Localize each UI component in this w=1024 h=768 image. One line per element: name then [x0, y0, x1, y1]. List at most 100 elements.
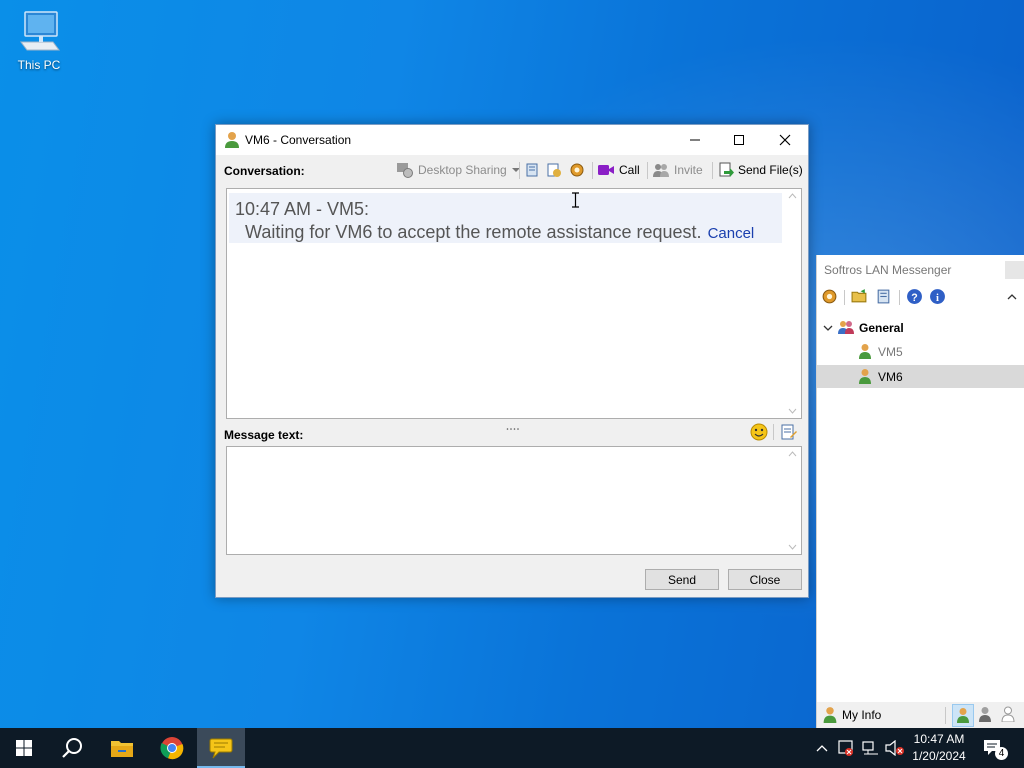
- send-files-label: Send File(s): [738, 163, 803, 177]
- maximize-button[interactable]: [716, 125, 762, 155]
- notes-button[interactable]: [546, 160, 566, 180]
- toolbar-separator: [592, 162, 593, 179]
- contact-vm6[interactable]: VM6: [817, 365, 1024, 388]
- user-icon: [224, 131, 240, 152]
- desktop-sharing-button[interactable]: Desktop Sharing: [396, 160, 525, 180]
- group-icon: [838, 321, 854, 334]
- panel-title: Softros LAN Messenger: [824, 263, 952, 277]
- shield-alert-icon: [838, 740, 853, 756]
- note-edit-icon: [547, 163, 561, 177]
- chrome-icon: [160, 737, 184, 760]
- cancel-request-link[interactable]: Cancel: [708, 225, 755, 242]
- status-offline-button[interactable]: [1001, 706, 1015, 725]
- contact-name: VM6: [878, 370, 903, 384]
- toolbar-separator: [519, 162, 520, 179]
- toolbar-separator: [844, 290, 845, 305]
- file-explorer-button[interactable]: [98, 728, 146, 768]
- tray-security-icon-button[interactable]: [836, 728, 856, 768]
- clock-time: 10:47 AM: [913, 732, 965, 746]
- window-title: VM6 - Conversation: [245, 133, 352, 147]
- text-cursor-icon: [572, 192, 579, 208]
- search-button[interactable]: [48, 728, 96, 768]
- svg-text:?: ?: [911, 292, 917, 304]
- gear-icon: [570, 163, 584, 177]
- gear-icon: [822, 289, 837, 304]
- tray-network-button[interactable]: [860, 728, 882, 768]
- conversation-scrollbar[interactable]: [784, 189, 801, 418]
- windows-logo-icon: [16, 740, 32, 756]
- panel-close-button[interactable]: [1005, 261, 1024, 279]
- my-info-button[interactable]: My Info: [822, 706, 881, 723]
- conversation-label: Conversation:: [224, 164, 305, 178]
- toolbar-separator: [899, 290, 900, 305]
- desktop-icon-this-pc[interactable]: This PC: [10, 8, 68, 72]
- message-scrollbar[interactable]: [784, 447, 801, 554]
- toolbar-separator: [647, 162, 648, 179]
- message-body-row: Waiting for VM6 to accept the remote ass…: [245, 222, 754, 243]
- send-button[interactable]: Send: [645, 569, 719, 590]
- toolbar-separator: [773, 424, 774, 440]
- lan-messenger-taskbar-button[interactable]: [197, 728, 245, 768]
- help-button[interactable]: ?: [906, 288, 923, 306]
- chevron-up-icon: [1007, 294, 1017, 300]
- chrome-button[interactable]: [148, 728, 196, 768]
- taskbar-clock[interactable]: 10:47 AM 1/20/2024: [908, 731, 970, 765]
- status-online-button[interactable]: [952, 704, 974, 727]
- panel-settings-button[interactable]: [821, 288, 838, 306]
- scroll-up-icon[interactable]: [788, 193, 797, 199]
- emoticon-button[interactable]: [750, 423, 768, 444]
- user-icon: [859, 369, 871, 384]
- conversation-history[interactable]: 10:47 AM - VM5: Waiting for VM6 to accep…: [226, 188, 802, 419]
- invite-button[interactable]: Invite: [652, 160, 703, 180]
- contact-vm5[interactable]: VM5: [817, 340, 1024, 363]
- users-icon: [653, 164, 669, 177]
- user-online-icon: [957, 708, 969, 723]
- conversation-toolbar: Conversation: Desktop Sharing Call Invit…: [216, 155, 808, 185]
- info-button[interactable]: i: [929, 288, 946, 306]
- book-icon: [526, 163, 538, 177]
- history-button[interactable]: [524, 160, 544, 180]
- message-text-label: Message text:: [224, 428, 304, 442]
- open-folder-button[interactable]: [851, 288, 868, 306]
- pane-splitter[interactable]: [506, 420, 520, 430]
- scroll-down-icon[interactable]: [788, 544, 797, 550]
- folder-icon: [111, 741, 133, 757]
- title-bar[interactable]: VM6 - Conversation: [216, 125, 808, 155]
- note-pencil-icon: [781, 424, 797, 440]
- computer-icon: [20, 11, 60, 51]
- user-away-icon: [979, 707, 991, 722]
- user-icon: [823, 707, 837, 723]
- settings-button[interactable]: [569, 160, 589, 180]
- my-info-label: My Info: [842, 707, 882, 722]
- action-center-button[interactable]: 4: [978, 728, 1008, 768]
- desktop-sharing-label: Desktop Sharing: [418, 163, 507, 177]
- conversation-window: VM6 - Conversation Conversation: Desktop…: [215, 124, 809, 598]
- chevron-down-icon[interactable]: [823, 324, 833, 332]
- minimize-button[interactable]: [672, 125, 718, 155]
- call-button[interactable]: Call: [597, 160, 640, 180]
- close-icon: [779, 134, 791, 146]
- group-general[interactable]: General: [817, 316, 1024, 339]
- history-button[interactable]: [875, 288, 892, 306]
- tray-volume-button[interactable]: [884, 728, 906, 768]
- send-files-button[interactable]: Send File(s): [718, 160, 803, 180]
- start-button[interactable]: [0, 728, 48, 768]
- close-window-button[interactable]: [762, 125, 808, 155]
- scroll-up-icon[interactable]: [788, 451, 797, 457]
- taskbar: 10:47 AM 1/20/2024 4: [0, 728, 1024, 768]
- message-text-input[interactable]: [226, 446, 802, 555]
- edit-message-button[interactable]: [780, 423, 798, 444]
- close-button[interactable]: Close: [728, 569, 802, 590]
- smiley-icon: [750, 423, 768, 441]
- toolbar-separator: [945, 707, 946, 724]
- search-icon: [62, 738, 82, 758]
- desktop-sharing-icon: [397, 163, 413, 178]
- collapse-toolbar-button[interactable]: [1007, 290, 1017, 308]
- messenger-panel: Softros LAN Messenger ? i General VM5 VM…: [816, 255, 1024, 728]
- toolbar-separator: [712, 162, 713, 179]
- show-hidden-icons-button[interactable]: [812, 728, 832, 768]
- maximize-icon: [734, 135, 744, 145]
- status-away-button[interactable]: [978, 706, 992, 725]
- svg-text:i: i: [936, 293, 939, 304]
- scroll-down-icon[interactable]: [788, 408, 797, 414]
